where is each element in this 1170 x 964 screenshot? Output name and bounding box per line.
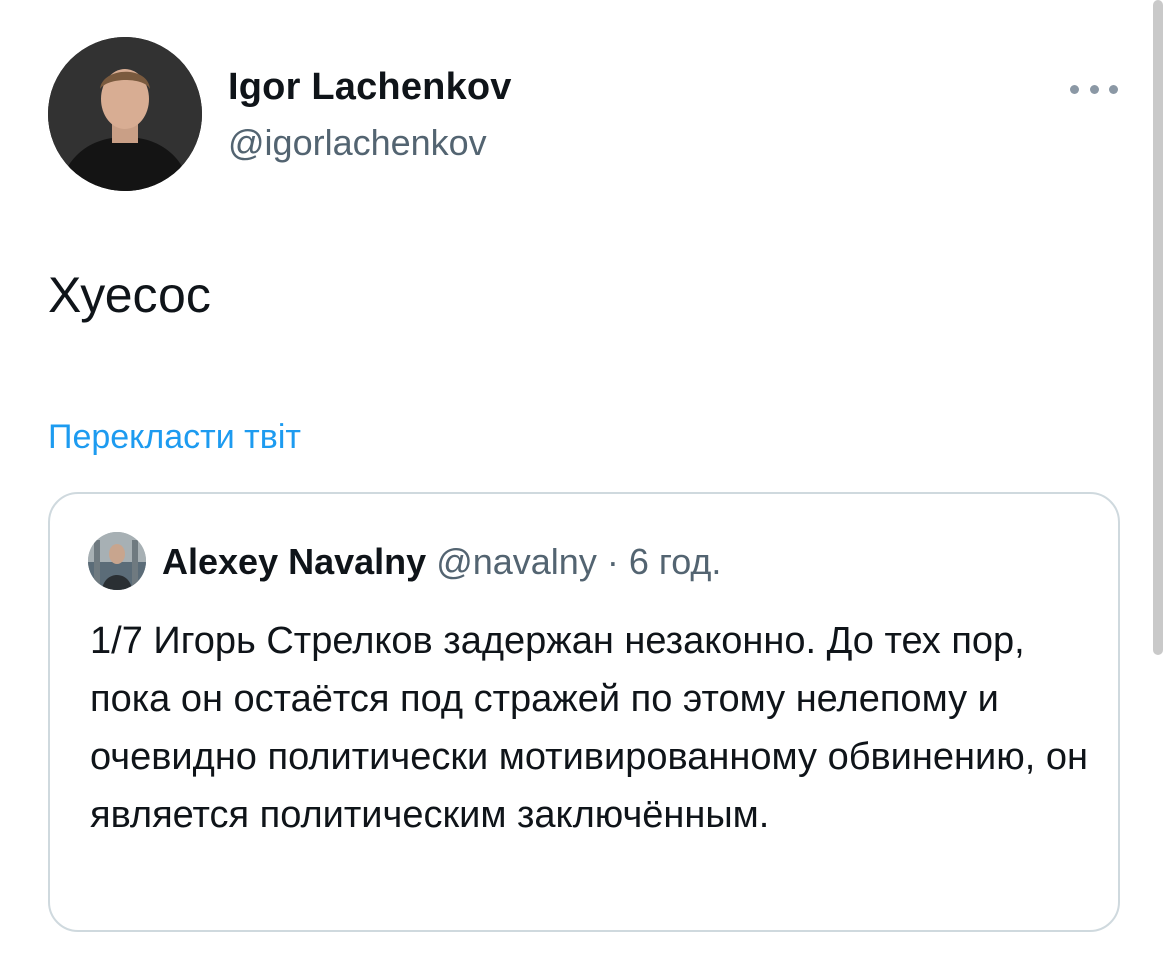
quoted-timestamp[interactable]: 6 год. [629,541,722,582]
more-horizontal-icon[interactable] [1070,78,1118,100]
more-dot [1070,84,1079,94]
scrollbar[interactable] [1153,0,1163,655]
tweet-text: Хуесос [48,267,211,323]
quoted-tweet-text: 1/7 Игорь Стрелков задержан незаконно. Д… [90,620,1088,836]
more-dot [1089,84,1099,94]
quoted-author-handle[interactable]: @navalny [436,541,597,582]
quoted-author-name[interactable]: Alexey Navalny [162,541,426,582]
author-handle[interactable]: @igorlachenkov [228,122,487,164]
quoted-separator: · [596,541,629,582]
quoted-tweet-header: Alexey Navalny @navalny · 6 год. [162,540,721,584]
more-dot [1109,84,1118,94]
author-avatar[interactable] [48,37,202,191]
quoted-author-avatar[interactable] [88,532,146,590]
quoted-tweet-card[interactable]: Alexey Navalny @navalny · 6 год. 1/7 Иго… [48,492,1120,932]
author-display-name[interactable]: Igor Lachenkov [228,66,512,109]
translate-tweet-link[interactable]: Перекласти твіт [48,418,301,457]
